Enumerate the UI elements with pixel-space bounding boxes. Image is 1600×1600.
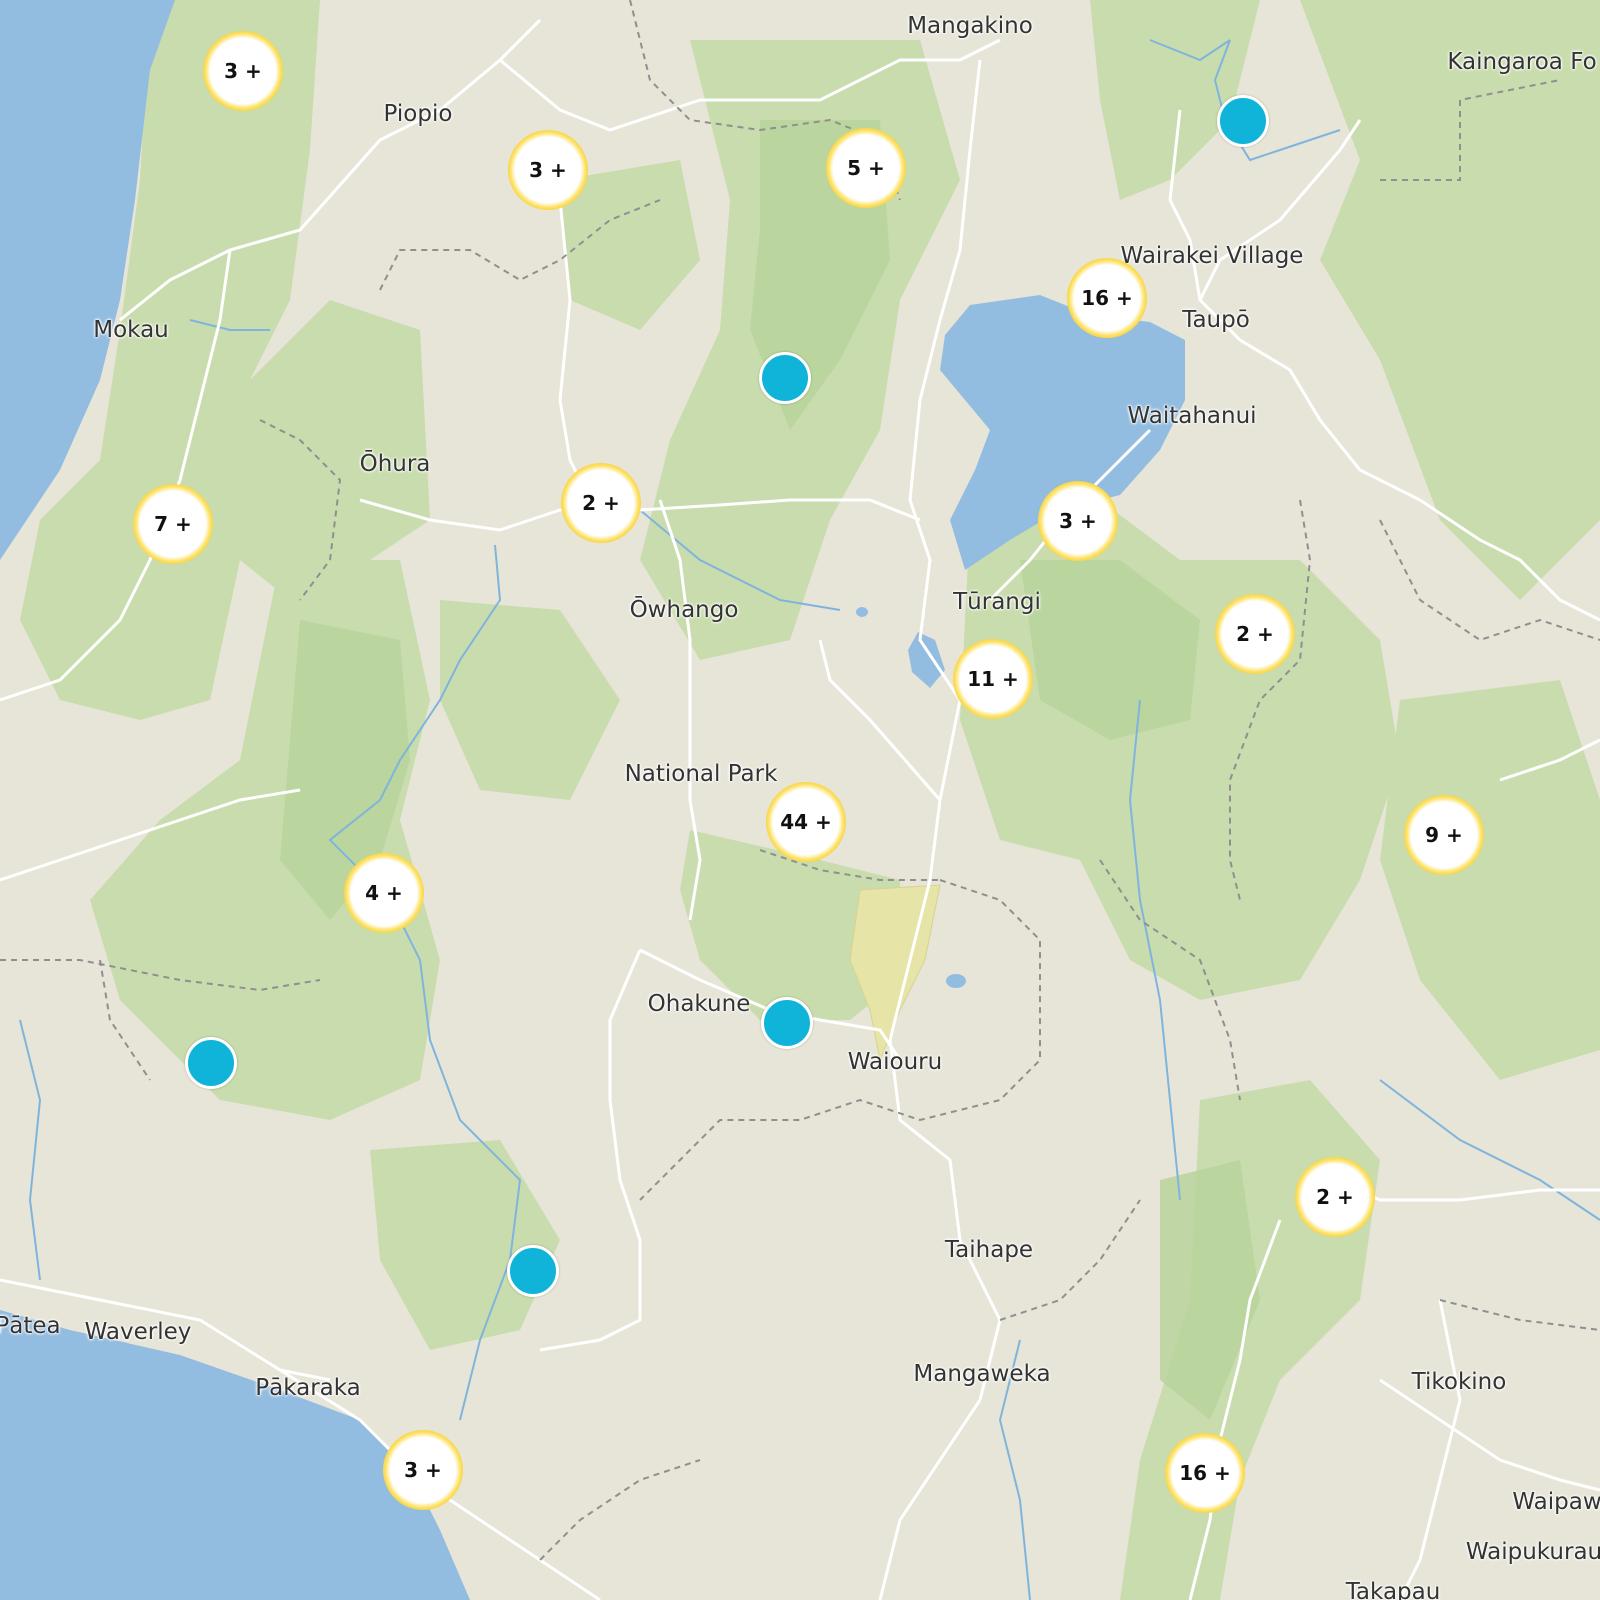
point-marker[interactable]	[185, 1037, 237, 1089]
point-marker[interactable]	[1217, 95, 1269, 147]
cluster-marker[interactable]: 16 +	[1165, 1433, 1245, 1513]
cluster-marker[interactable]: 44 +	[766, 782, 846, 862]
cluster-marker[interactable]: 2 +	[561, 463, 641, 543]
cluster-count: 3 +	[529, 158, 567, 182]
cluster-count: 2 +	[582, 491, 620, 515]
cluster-count: 16 +	[1081, 286, 1133, 310]
cluster-marker[interactable]: 16 +	[1067, 258, 1147, 338]
cluster-marker[interactable]: 7 +	[133, 484, 213, 564]
cluster-marker[interactable]: 2 +	[1215, 594, 1295, 674]
cluster-count: 16 +	[1179, 1461, 1231, 1485]
cluster-count: 4 +	[365, 881, 403, 905]
cluster-count: 5 +	[847, 156, 885, 180]
cluster-count: 3 +	[224, 59, 262, 83]
cluster-marker[interactable]: 3 +	[508, 130, 588, 210]
cluster-count: 11 +	[967, 667, 1019, 691]
cluster-marker[interactable]: 3 +	[203, 31, 283, 111]
cluster-marker[interactable]: 5 +	[826, 128, 906, 208]
cluster-count: 3 +	[1059, 509, 1097, 533]
point-marker[interactable]	[761, 997, 813, 1049]
cluster-marker[interactable]: 9 +	[1404, 795, 1484, 875]
cluster-count: 3 +	[404, 1458, 442, 1482]
cluster-marker[interactable]: 4 +	[344, 853, 424, 933]
cluster-count: 2 +	[1236, 622, 1274, 646]
cluster-marker[interactable]: 3 +	[1038, 481, 1118, 561]
point-marker[interactable]	[759, 352, 811, 404]
cluster-count: 7 +	[154, 512, 192, 536]
cluster-marker[interactable]: 11 +	[953, 639, 1033, 719]
map-viewport[interactable]: Mangakino Kaingaroa Fo Piopio Wairakei V…	[0, 0, 1600, 1600]
cluster-count: 2 +	[1316, 1185, 1354, 1209]
cluster-marker[interactable]: 2 +	[1295, 1157, 1375, 1237]
cluster-count: 9 +	[1425, 823, 1463, 847]
cluster-marker[interactable]: 3 +	[383, 1430, 463, 1510]
point-marker[interactable]	[507, 1245, 559, 1297]
cluster-count: 44 +	[780, 810, 832, 834]
